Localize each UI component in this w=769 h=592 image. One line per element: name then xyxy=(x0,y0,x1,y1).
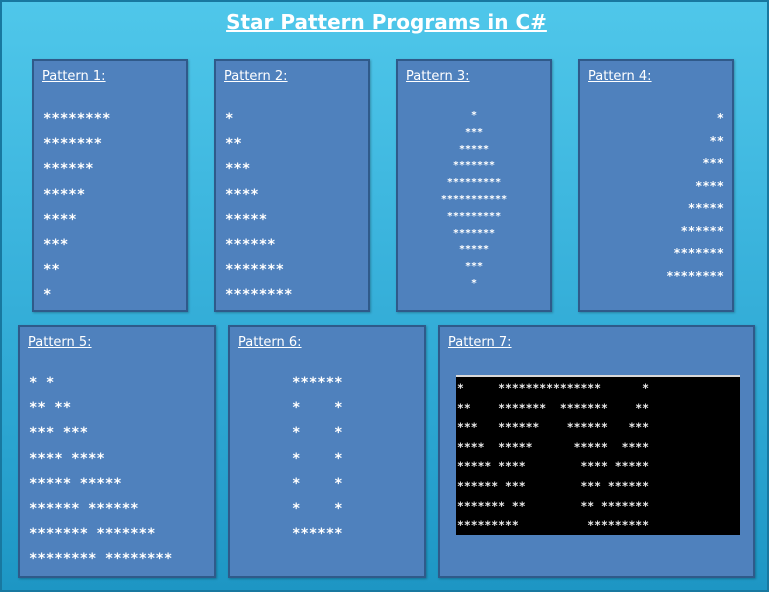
pattern-line: ** xyxy=(225,136,242,153)
pattern-7-title: Pattern 7: xyxy=(448,335,512,350)
pattern-line: ****** ****** xyxy=(29,500,139,517)
pattern-4-panel: Pattern 4: * ** *** **** ***** ****** **… xyxy=(578,59,734,312)
pattern-4-lines: * ** *** **** ***** ****** ******* *****… xyxy=(666,107,724,287)
pattern-line: ******* xyxy=(225,262,285,279)
pattern-line: *** xyxy=(702,156,724,170)
console-line: ******* ** ** ******* xyxy=(457,498,650,513)
pattern-line: ****** xyxy=(292,375,343,391)
pattern-line: ********* xyxy=(446,210,502,222)
pattern-line: * xyxy=(225,111,234,127)
console-line: ****** *** *** ****** xyxy=(457,478,650,493)
pattern-line: ** xyxy=(43,262,60,279)
pattern-line: **** **** xyxy=(29,450,105,467)
background-frame: Star Pattern Programs in C# Pattern 1: *… xyxy=(0,0,769,592)
pattern-line: * xyxy=(716,111,724,125)
pattern-line: ******* xyxy=(452,160,496,172)
pattern-5-lines: * * ** ** *** *** **** **** ***** ***** … xyxy=(29,371,172,573)
pattern-line: * * xyxy=(292,500,343,517)
pattern-5-panel: Pattern 5: * * ** ** *** *** **** **** *… xyxy=(18,325,216,578)
console-line: *** ****** ****** *** xyxy=(457,420,650,435)
pattern-3-title: Pattern 3: xyxy=(406,69,470,84)
pattern-line: **** xyxy=(695,178,724,193)
pattern-line: * xyxy=(470,110,478,121)
pattern-line: ****** xyxy=(680,223,724,238)
pattern-4-title: Pattern 4: xyxy=(588,69,652,84)
pattern-line: *********** xyxy=(440,193,508,205)
pattern-line: ***** xyxy=(43,186,86,203)
pattern-line: * * xyxy=(292,400,343,417)
pattern-line: * * xyxy=(29,375,55,391)
pattern-6-lines: ****** * * * * * * * * * * ****** xyxy=(292,371,343,547)
pattern-2-panel: Pattern 2: * ** *** **** ***** ****** **… xyxy=(214,59,370,312)
console-line: **** ***** ***** **** xyxy=(457,439,650,454)
pattern-7-panel: Pattern 7: * *************** * ** ******… xyxy=(438,325,755,578)
pattern-line: ***** xyxy=(225,211,268,228)
pattern-line: ** xyxy=(709,133,724,148)
pattern-line: ***** xyxy=(458,143,490,155)
pattern-1-panel: Pattern 1: ******** ******* ****** *****… xyxy=(32,59,188,312)
pattern-2-lines: * ** *** **** ***** ****** ******* *****… xyxy=(225,107,292,309)
pattern-line: *** xyxy=(464,126,484,138)
pattern-line: * xyxy=(470,277,478,289)
pattern-1-title: Pattern 1: xyxy=(42,69,106,84)
pattern-line: * * xyxy=(292,425,343,442)
pattern-line: ***** ***** xyxy=(29,475,122,492)
pattern-line: ******** ******** xyxy=(29,551,173,568)
console-line: ***** **** **** ***** xyxy=(457,459,650,474)
console-line: ** ******* ******* ** xyxy=(457,400,650,415)
pattern-line: ******** xyxy=(43,111,111,127)
pattern-2-title: Pattern 2: xyxy=(224,69,288,84)
pattern-line: * * xyxy=(292,475,343,492)
pattern-line: ****** xyxy=(43,161,94,178)
pattern-line: ******** xyxy=(666,268,724,283)
pattern-line: *** xyxy=(43,236,69,253)
pattern-line: ******* xyxy=(452,227,496,239)
pattern-line: * * xyxy=(292,450,343,467)
pattern-line: *** *** xyxy=(29,425,89,442)
pattern-line: ******* ******* xyxy=(29,526,156,543)
console-output-window: * *************** * ** ******* ******* *… xyxy=(456,375,740,535)
pattern-line: * xyxy=(43,287,52,304)
pattern-line: ******* xyxy=(43,136,103,153)
pattern-line: ***** xyxy=(687,201,724,215)
pattern-line: ******* xyxy=(673,246,724,260)
pattern-line: **** xyxy=(225,186,259,203)
console-line: ********* ********* xyxy=(457,518,650,533)
pattern-3-lines: * *** ***** ******* ********* **********… xyxy=(398,107,550,292)
pattern-line: *** xyxy=(464,261,484,273)
pattern-line: ***** xyxy=(458,244,490,256)
pattern-line: ****** xyxy=(292,526,343,543)
pattern-7-lines: * *************** * ** ******* ******* *… xyxy=(457,379,649,535)
pattern-line: ********* xyxy=(446,177,502,189)
pattern-line: ****** xyxy=(225,236,276,253)
pattern-3-panel: Pattern 3: * *** ***** ******* *********… xyxy=(396,59,552,312)
console-line: * *************** * xyxy=(457,381,650,395)
pattern-line: ******** xyxy=(225,287,293,304)
pattern-line: **** xyxy=(43,211,77,228)
pattern-6-title: Pattern 6: xyxy=(238,335,302,350)
pattern-line: *** xyxy=(225,161,251,178)
page-title: Star Pattern Programs in C# xyxy=(226,10,547,34)
pattern-1-lines: ******** ******* ****** ***** **** *** *… xyxy=(43,107,110,309)
pattern-line: ** ** xyxy=(29,400,72,417)
pattern-6-panel: Pattern 6: ****** * * * * * * * * * * **… xyxy=(228,325,426,578)
pattern-5-title: Pattern 5: xyxy=(28,335,92,350)
